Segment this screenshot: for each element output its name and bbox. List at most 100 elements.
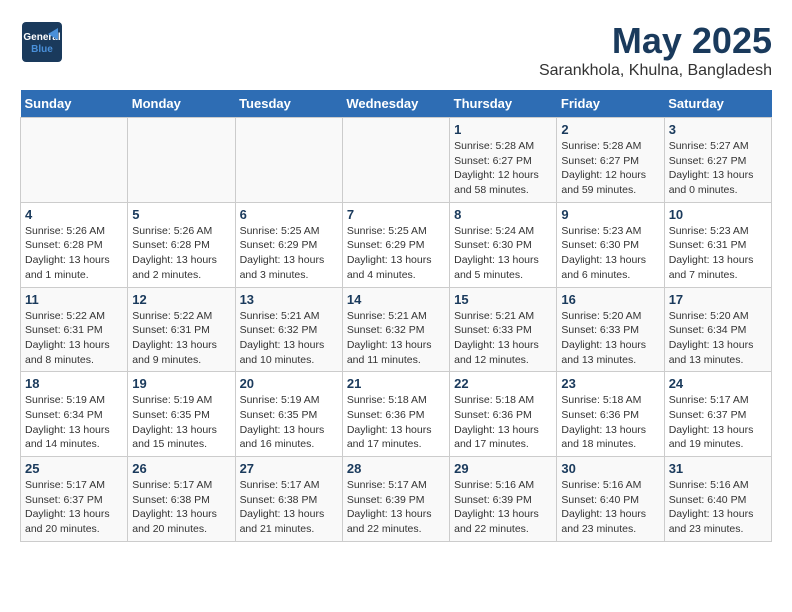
calendar-cell: 26 Sunrise: 5:17 AM Sunset: 6:38 PM Dayli… (128, 457, 235, 542)
day-info: Sunrise: 5:17 AM Sunset: 6:37 PM Dayligh… (25, 478, 123, 537)
day-info: Sunrise: 5:27 AM Sunset: 6:27 PM Dayligh… (669, 139, 767, 198)
day-info: Sunrise: 5:28 AM Sunset: 6:27 PM Dayligh… (454, 139, 552, 198)
day-info: Sunrise: 5:22 AM Sunset: 6:31 PM Dayligh… (132, 309, 230, 368)
day-info: Sunrise: 5:19 AM Sunset: 6:35 PM Dayligh… (240, 393, 338, 452)
calendar-cell: 18Sunrise: 5:19 AM Sunset: 6:34 PM Dayli… (21, 372, 128, 457)
weekday-header-tuesday: Tuesday (235, 90, 342, 118)
day-number: 3 (669, 122, 767, 137)
calendar-cell: 7 Sunrise: 5:25 AM Sunset: 6:29 PM Daylig… (342, 202, 449, 287)
month-title: May 2025 (539, 20, 772, 62)
weekday-header-monday: Monday (128, 90, 235, 118)
day-number: 30 (561, 461, 659, 476)
calendar-cell: 21 Sunrise: 5:18 AM Sunset: 6:36 PM Dayli… (342, 372, 449, 457)
calendar-cell: 11 Sunrise: 5:22 AM Sunset: 6:31 PM Dayli… (21, 287, 128, 372)
page-header: General Blue May 2025 Sarankhola, Khulna… (20, 20, 772, 80)
day-info: Sunrise: 5:23 AM Sunset: 6:31 PM Dayligh… (669, 224, 767, 283)
day-info: Sunrise: 5:18 AM Sunset: 6:36 PM Dayligh… (561, 393, 659, 452)
calendar-cell: 15 Sunrise: 5:21 AM Sunset: 6:33 PM Dayli… (450, 287, 557, 372)
title-area: May 2025 Sarankhola, Khulna, Bangladesh (539, 20, 772, 80)
day-info: Sunrise: 5:26 AM Sunset: 6:28 PM Dayligh… (132, 224, 230, 283)
calendar-header: SundayMondayTuesdayWednesdayThursdayFrid… (21, 90, 772, 118)
calendar-cell: 23 Sunrise: 5:18 AM Sunset: 6:36 PM Dayli… (557, 372, 664, 457)
calendar-cell (342, 118, 449, 203)
day-info: Sunrise: 5:16 AM Sunset: 6:40 PM Dayligh… (669, 478, 767, 537)
calendar-cell: 17 Sunrise: 5:20 AM Sunset: 6:34 PM Dayli… (664, 287, 771, 372)
calendar-cell: 30 Sunrise: 5:16 AM Sunset: 6:40 PM Dayli… (557, 457, 664, 542)
day-number: 11 (25, 292, 123, 307)
calendar-cell: 28Sunrise: 5:17 AM Sunset: 6:39 PM Dayli… (342, 457, 449, 542)
day-number: 16 (561, 292, 659, 307)
day-number: 1 (454, 122, 552, 137)
weekday-header-wednesday: Wednesday (342, 90, 449, 118)
day-number: 12 (132, 292, 230, 307)
svg-text:Blue: Blue (31, 44, 53, 55)
calendar-week-2: 4 Sunrise: 5:26 AM Sunset: 6:28 PM Daylig… (21, 202, 772, 287)
day-number: 17 (669, 292, 767, 307)
day-info: Sunrise: 5:25 AM Sunset: 6:29 PM Dayligh… (347, 224, 445, 283)
calendar-week-5: 25 Sunrise: 5:17 AM Sunset: 6:37 PM Dayli… (21, 457, 772, 542)
day-number: 5 (132, 207, 230, 222)
day-number: 19 (132, 376, 230, 391)
weekday-header-saturday: Saturday (664, 90, 771, 118)
day-number: 10 (669, 207, 767, 222)
logo: General Blue (20, 20, 64, 64)
day-info: Sunrise: 5:20 AM Sunset: 6:34 PM Dayligh… (669, 309, 767, 368)
day-info: Sunrise: 5:22 AM Sunset: 6:31 PM Dayligh… (25, 309, 123, 368)
weekday-header-thursday: Thursday (450, 90, 557, 118)
day-number: 6 (240, 207, 338, 222)
weekday-header-friday: Friday (557, 90, 664, 118)
day-number: 24 (669, 376, 767, 391)
calendar-cell (21, 118, 128, 203)
day-number: 25 (25, 461, 123, 476)
location-subtitle: Sarankhola, Khulna, Bangladesh (539, 62, 772, 80)
day-number: 27 (240, 461, 338, 476)
day-number: 26 (132, 461, 230, 476)
day-info: Sunrise: 5:21 AM Sunset: 6:32 PM Dayligh… (347, 309, 445, 368)
calendar-cell: 6 Sunrise: 5:25 AM Sunset: 6:29 PM Daylig… (235, 202, 342, 287)
calendar-cell: 4 Sunrise: 5:26 AM Sunset: 6:28 PM Daylig… (21, 202, 128, 287)
calendar-cell: 8 Sunrise: 5:24 AM Sunset: 6:30 PM Daylig… (450, 202, 557, 287)
day-number: 23 (561, 376, 659, 391)
day-info: Sunrise: 5:17 AM Sunset: 6:38 PM Dayligh… (132, 478, 230, 537)
day-info: Sunrise: 5:26 AM Sunset: 6:28 PM Dayligh… (25, 224, 123, 283)
day-info: Sunrise: 5:21 AM Sunset: 6:32 PM Dayligh… (240, 309, 338, 368)
day-info: Sunrise: 5:18 AM Sunset: 6:36 PM Dayligh… (454, 393, 552, 452)
day-number: 13 (240, 292, 338, 307)
day-number: 4 (25, 207, 123, 222)
day-number: 2 (561, 122, 659, 137)
calendar-cell: 25 Sunrise: 5:17 AM Sunset: 6:37 PM Dayli… (21, 457, 128, 542)
calendar-cell: 3 Sunrise: 5:27 AM Sunset: 6:27 PM Daylig… (664, 118, 771, 203)
calendar-cell: 9Sunrise: 5:23 AM Sunset: 6:30 PM Daylig… (557, 202, 664, 287)
day-number: 20 (240, 376, 338, 391)
calendar-cell: 24 Sunrise: 5:17 AM Sunset: 6:37 PM Dayli… (664, 372, 771, 457)
day-info: Sunrise: 5:25 AM Sunset: 6:29 PM Dayligh… (240, 224, 338, 283)
day-info: Sunrise: 5:21 AM Sunset: 6:33 PM Dayligh… (454, 309, 552, 368)
calendar-cell: 29 Sunrise: 5:16 AM Sunset: 6:39 PM Dayli… (450, 457, 557, 542)
day-info: Sunrise: 5:23 AM Sunset: 6:30 PM Dayligh… (561, 224, 659, 283)
day-number: 14 (347, 292, 445, 307)
day-info: Sunrise: 5:28 AM Sunset: 6:27 PM Dayligh… (561, 139, 659, 198)
calendar-week-4: 18Sunrise: 5:19 AM Sunset: 6:34 PM Dayli… (21, 372, 772, 457)
weekday-header-sunday: Sunday (21, 90, 128, 118)
calendar-cell: 16 Sunrise: 5:20 AM Sunset: 6:33 PM Dayli… (557, 287, 664, 372)
day-number: 7 (347, 207, 445, 222)
calendar-cell: 31Sunrise: 5:16 AM Sunset: 6:40 PM Dayli… (664, 457, 771, 542)
day-number: 8 (454, 207, 552, 222)
day-number: 15 (454, 292, 552, 307)
day-number: 29 (454, 461, 552, 476)
calendar-cell (128, 118, 235, 203)
day-number: 21 (347, 376, 445, 391)
day-number: 28 (347, 461, 445, 476)
day-info: Sunrise: 5:24 AM Sunset: 6:30 PM Dayligh… (454, 224, 552, 283)
day-info: Sunrise: 5:18 AM Sunset: 6:36 PM Dayligh… (347, 393, 445, 452)
day-info: Sunrise: 5:16 AM Sunset: 6:39 PM Dayligh… (454, 478, 552, 537)
day-info: Sunrise: 5:16 AM Sunset: 6:40 PM Dayligh… (561, 478, 659, 537)
calendar-cell: 10 Sunrise: 5:23 AM Sunset: 6:31 PM Dayli… (664, 202, 771, 287)
day-number: 22 (454, 376, 552, 391)
day-info: Sunrise: 5:17 AM Sunset: 6:37 PM Dayligh… (669, 393, 767, 452)
day-info: Sunrise: 5:20 AM Sunset: 6:33 PM Dayligh… (561, 309, 659, 368)
day-info: Sunrise: 5:19 AM Sunset: 6:35 PM Dayligh… (132, 393, 230, 452)
calendar-cell: 12 Sunrise: 5:22 AM Sunset: 6:31 PM Dayli… (128, 287, 235, 372)
day-info: Sunrise: 5:19 AM Sunset: 6:34 PM Dayligh… (25, 393, 123, 452)
calendar-cell: 14 Sunrise: 5:21 AM Sunset: 6:32 PM Dayli… (342, 287, 449, 372)
